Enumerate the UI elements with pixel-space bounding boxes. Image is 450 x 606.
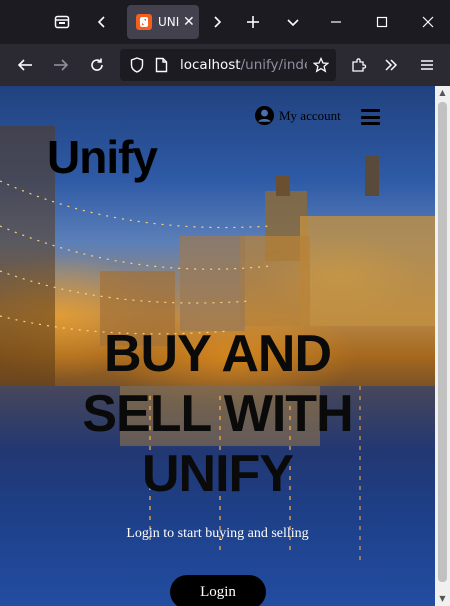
tab-close-icon[interactable]: ✕: [183, 14, 195, 30]
tab-scroll-right-button[interactable]: [203, 6, 231, 38]
close-icon: [422, 16, 434, 28]
firefox-view-icon: [54, 15, 70, 29]
reload-icon: [91, 58, 103, 71]
nav-bar: localhost/unify/inde: [0, 44, 450, 86]
star-icon: [313, 57, 329, 73]
firefox-view-button[interactable]: [48, 6, 76, 38]
scroll-down-arrow-icon[interactable]: ▼: [435, 592, 450, 606]
scroll-thumb[interactable]: [438, 102, 447, 582]
arrow-right-icon: [54, 59, 69, 71]
xampp-favicon-icon: [136, 14, 152, 30]
tab-scroll-left-button[interactable]: [88, 6, 116, 38]
site-logo[interactable]: Unify: [47, 130, 158, 184]
forward-button[interactable]: [46, 49, 76, 81]
url-bar[interactable]: localhost/unify/inde: [120, 49, 336, 81]
my-account-label: My account: [279, 107, 341, 123]
tab-bar: UNIFY ✕: [0, 0, 450, 44]
hamburger-menu-icon[interactable]: [361, 109, 380, 125]
url-host: localhost: [180, 57, 241, 73]
my-account-link[interactable]: My account: [254, 105, 341, 126]
plus-icon: [247, 16, 259, 28]
tab-title: UNIFY: [158, 15, 180, 29]
reload-button[interactable]: [82, 49, 112, 81]
bookmark-button[interactable]: [307, 49, 335, 81]
arrow-left-icon: [17, 59, 32, 71]
url-text[interactable]: localhost/unify/inde: [180, 57, 312, 73]
hero-subtitle: Login to start buying and selling: [126, 526, 309, 541]
hero-section: Unify My account BUY AND SELL WITH UNIFY…: [0, 86, 435, 606]
hero-title: BUY AND SELL WITH UNIFY: [0, 324, 435, 504]
back-button[interactable]: [10, 49, 40, 81]
extensions-button[interactable]: [344, 49, 374, 81]
hero-title-line: BUY AND: [103, 325, 332, 383]
login-button[interactable]: Login: [170, 575, 266, 606]
maximize-icon: [376, 16, 388, 28]
more-tools-button[interactable]: [376, 49, 406, 81]
scroll-up-arrow-icon[interactable]: ▲: [435, 86, 450, 100]
shield-icon: [130, 57, 144, 73]
puzzle-icon: [352, 58, 367, 72]
chevron-down-icon: [287, 19, 299, 27]
url-path: /unify/inde: [240, 57, 313, 73]
page-icon: [155, 57, 168, 73]
hero-title-line: UNIFY: [142, 445, 294, 503]
chevron-right-icon: [214, 16, 222, 28]
minimize-button[interactable]: [321, 6, 351, 38]
list-all-tabs-button[interactable]: [279, 6, 307, 38]
hero-title-line: SELL WITH: [82, 385, 353, 443]
hamburger-icon: [421, 60, 433, 70]
tab-unify[interactable]: UNIFY ✕: [127, 5, 199, 39]
app-menu-button[interactable]: [412, 49, 442, 81]
double-chevron-right-icon: [385, 59, 398, 71]
user-circle-icon: [254, 105, 275, 126]
chevron-left-icon: [97, 16, 105, 28]
page-scrollbar[interactable]: ▲ ▼: [435, 86, 450, 606]
minimize-icon: [331, 21, 341, 23]
close-window-button[interactable]: [413, 6, 443, 38]
new-tab-button[interactable]: [239, 6, 267, 38]
maximize-button[interactable]: [367, 6, 397, 38]
